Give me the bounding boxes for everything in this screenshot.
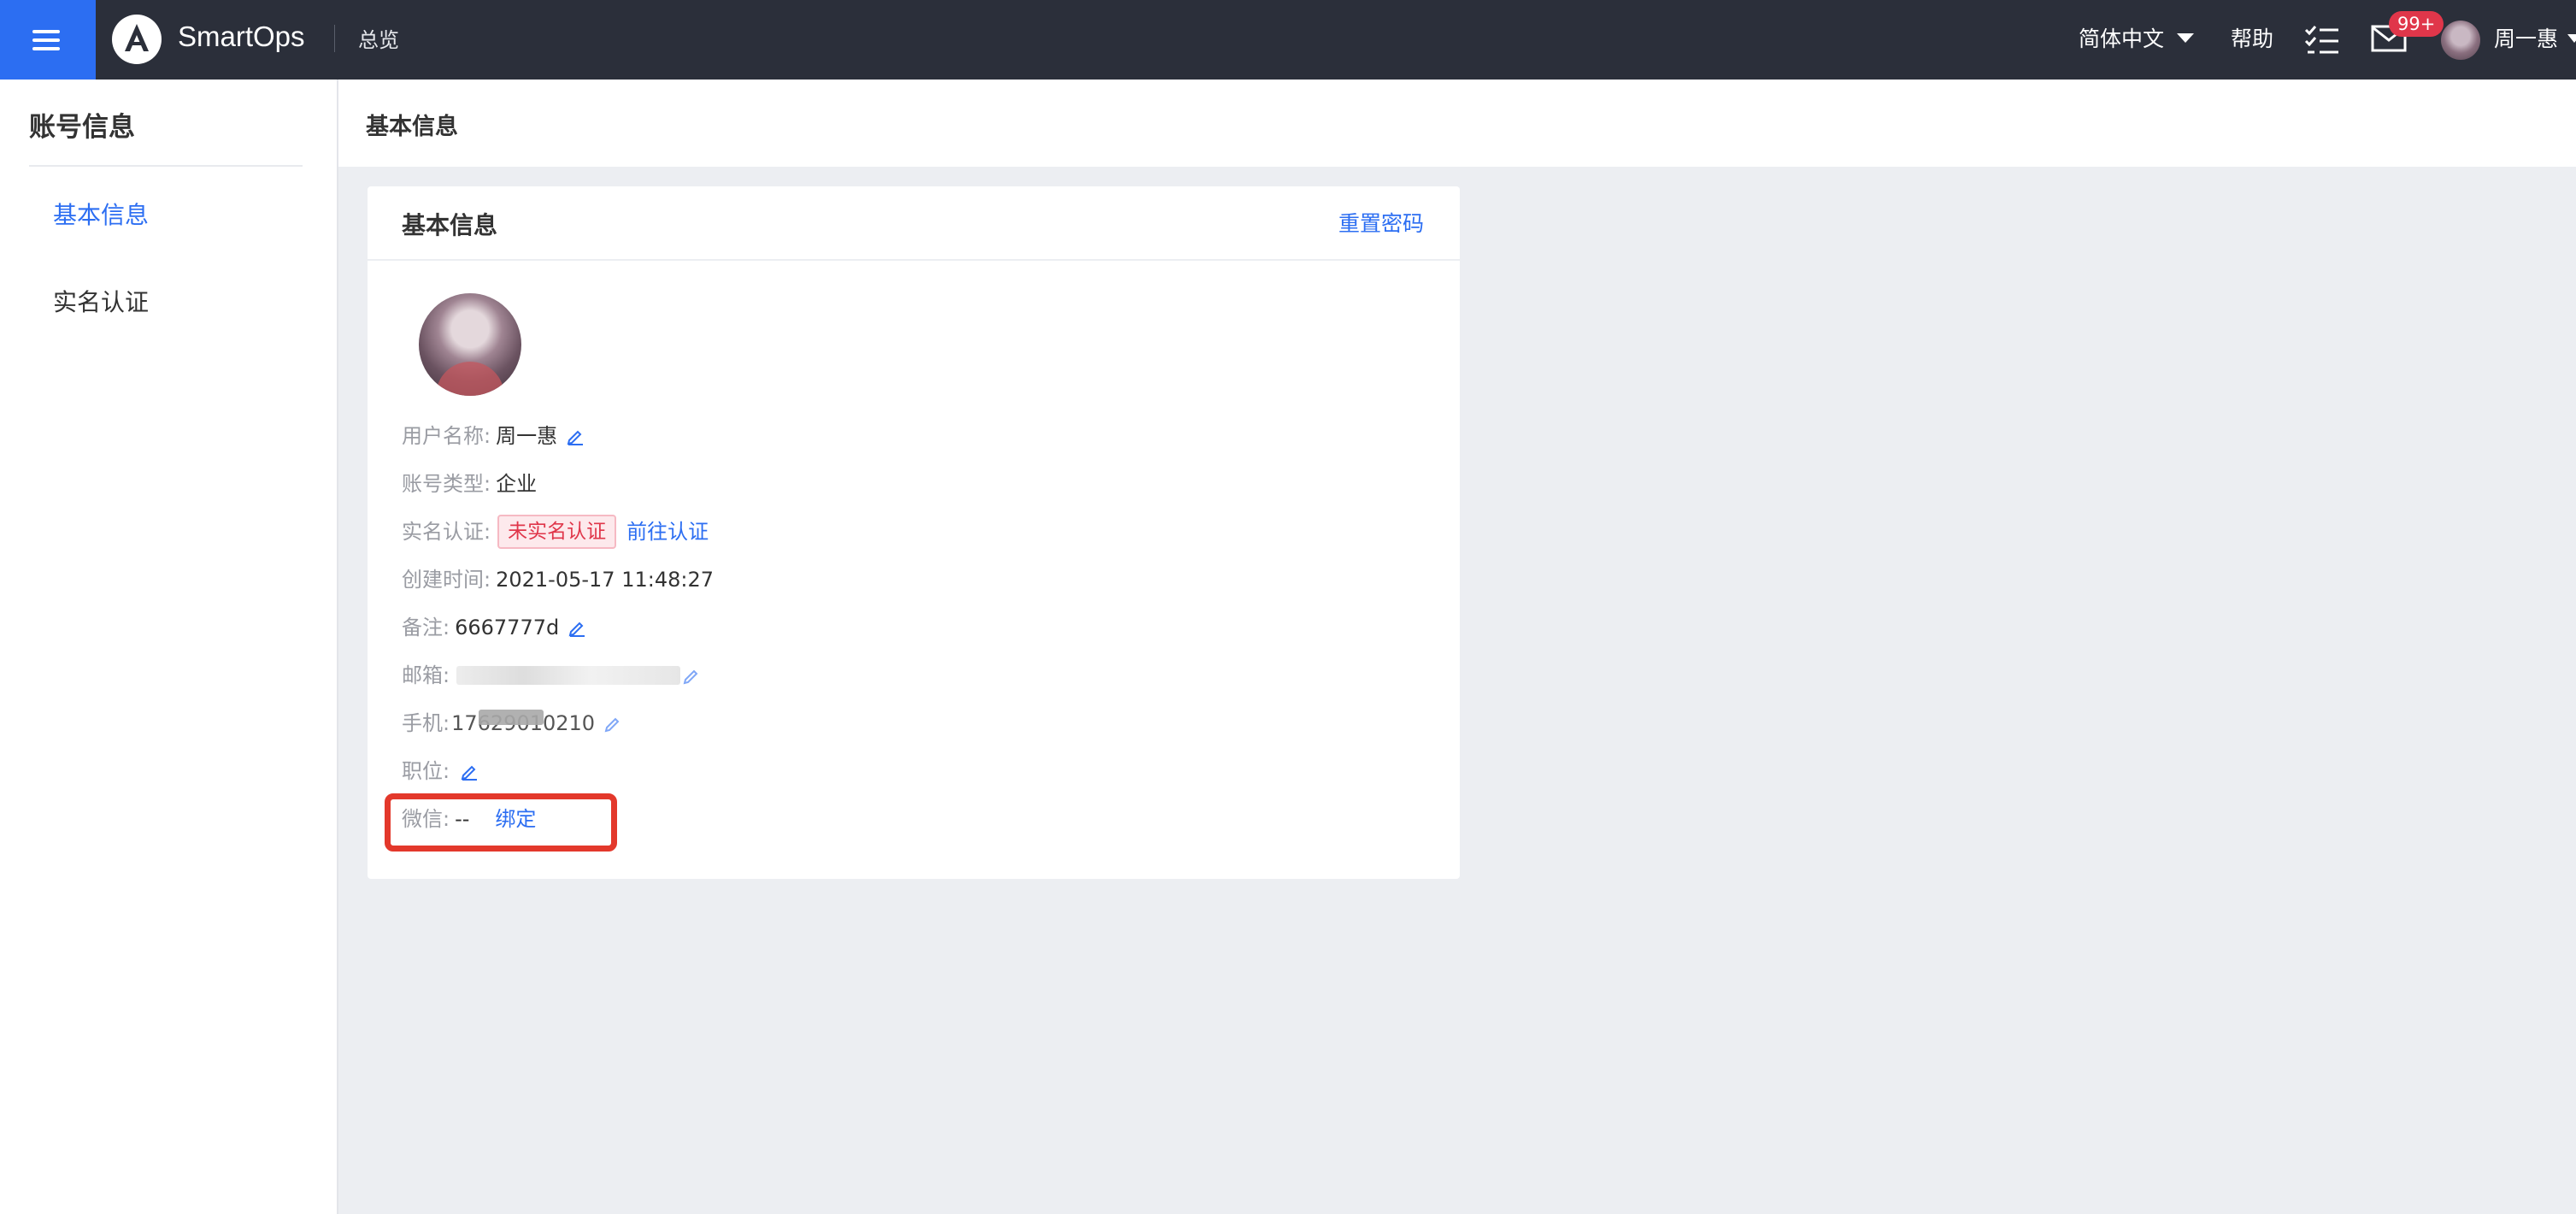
sidebar-item-real-name[interactable]: 实名认证	[53, 284, 149, 318]
todo-list-icon[interactable]	[2304, 25, 2340, 56]
real-name-row: 实名认证: 未实名认证 前往认证	[402, 515, 709, 549]
username-row: 用户名称: 周一惠	[402, 421, 585, 451]
breadcrumb-overview[interactable]: 总览	[358, 23, 399, 53]
sidebar: 账号信息 基本信息 实名认证	[0, 80, 338, 1214]
phone-row: 手机: 17629010210	[402, 708, 622, 739]
edit-icon[interactable]	[568, 618, 586, 637]
help-link[interactable]: 帮助	[2231, 22, 2273, 53]
basic-info-card: 基本信息 重置密码 用户名称: 周一惠 账号类型: 企业 实名认证: 未实名认证…	[368, 186, 1460, 879]
edit-icon[interactable]	[603, 714, 622, 733]
brand-name: SmartOps	[178, 21, 305, 52]
chevron-down-icon[interactable]	[2567, 34, 2576, 43]
mail-count-badge: 99+	[2389, 11, 2444, 37]
field-label: 账号类型:	[402, 472, 491, 496]
top-navigation-bar: SmartOps 总览 简体中文 帮助 99+ 周一惠	[0, 0, 2576, 80]
remark-row: 备注: 6667777d	[402, 612, 586, 643]
created-time-row: 创建时间: 2021-05-17 11:48:27	[402, 564, 714, 595]
created-time-value: 2021-05-17 11:48:27	[496, 568, 714, 592]
user-name[interactable]: 周一惠	[2494, 22, 2558, 53]
username-value: 周一惠	[496, 424, 558, 448]
field-label: 创建时间:	[402, 568, 491, 592]
card-header: 基本信息 重置密码	[368, 186, 1460, 261]
sidebar-item-basic-info[interactable]: 基本信息	[53, 197, 149, 231]
menu-toggle-button[interactable]	[0, 0, 96, 80]
phone-redaction	[479, 710, 544, 725]
go-verify-link[interactable]: 前往认证	[626, 516, 709, 547]
sidebar-divider	[29, 165, 303, 167]
edit-icon[interactable]	[566, 427, 585, 445]
edit-icon[interactable]	[460, 762, 479, 781]
avatar[interactable]	[2441, 21, 2480, 60]
page-header: 基本信息	[338, 80, 2576, 167]
reset-password-link[interactable]: 重置密码	[1338, 207, 1424, 238]
remark-value: 6667777d	[455, 616, 560, 639]
status-badge: 未实名认证	[497, 515, 617, 549]
header-divider	[334, 25, 335, 52]
logo-icon	[112, 15, 162, 64]
page-title: 基本信息	[366, 114, 458, 140]
email-value-redacted	[456, 666, 681, 685]
position-row: 职位:	[402, 756, 479, 787]
wechat-highlight-box	[385, 793, 617, 852]
avatar[interactable]	[419, 293, 521, 396]
edit-icon[interactable]	[682, 666, 701, 685]
email-row: 邮箱:	[402, 660, 701, 691]
field-label: 备注:	[402, 616, 450, 639]
field-label: 实名认证:	[402, 520, 491, 544]
chevron-down-icon[interactable]	[2177, 33, 2194, 43]
card-title: 基本信息	[402, 211, 498, 239]
field-label: 邮箱:	[402, 663, 450, 687]
sidebar-title: 账号信息	[29, 112, 135, 143]
field-label: 用户名称:	[402, 424, 491, 448]
field-label: 职位:	[402, 759, 450, 783]
language-selector[interactable]: 简体中文	[2079, 22, 2164, 53]
account-type-row: 账号类型: 企业	[402, 469, 537, 499]
account-type-value: 企业	[496, 472, 538, 496]
field-label: 手机:	[402, 711, 450, 735]
